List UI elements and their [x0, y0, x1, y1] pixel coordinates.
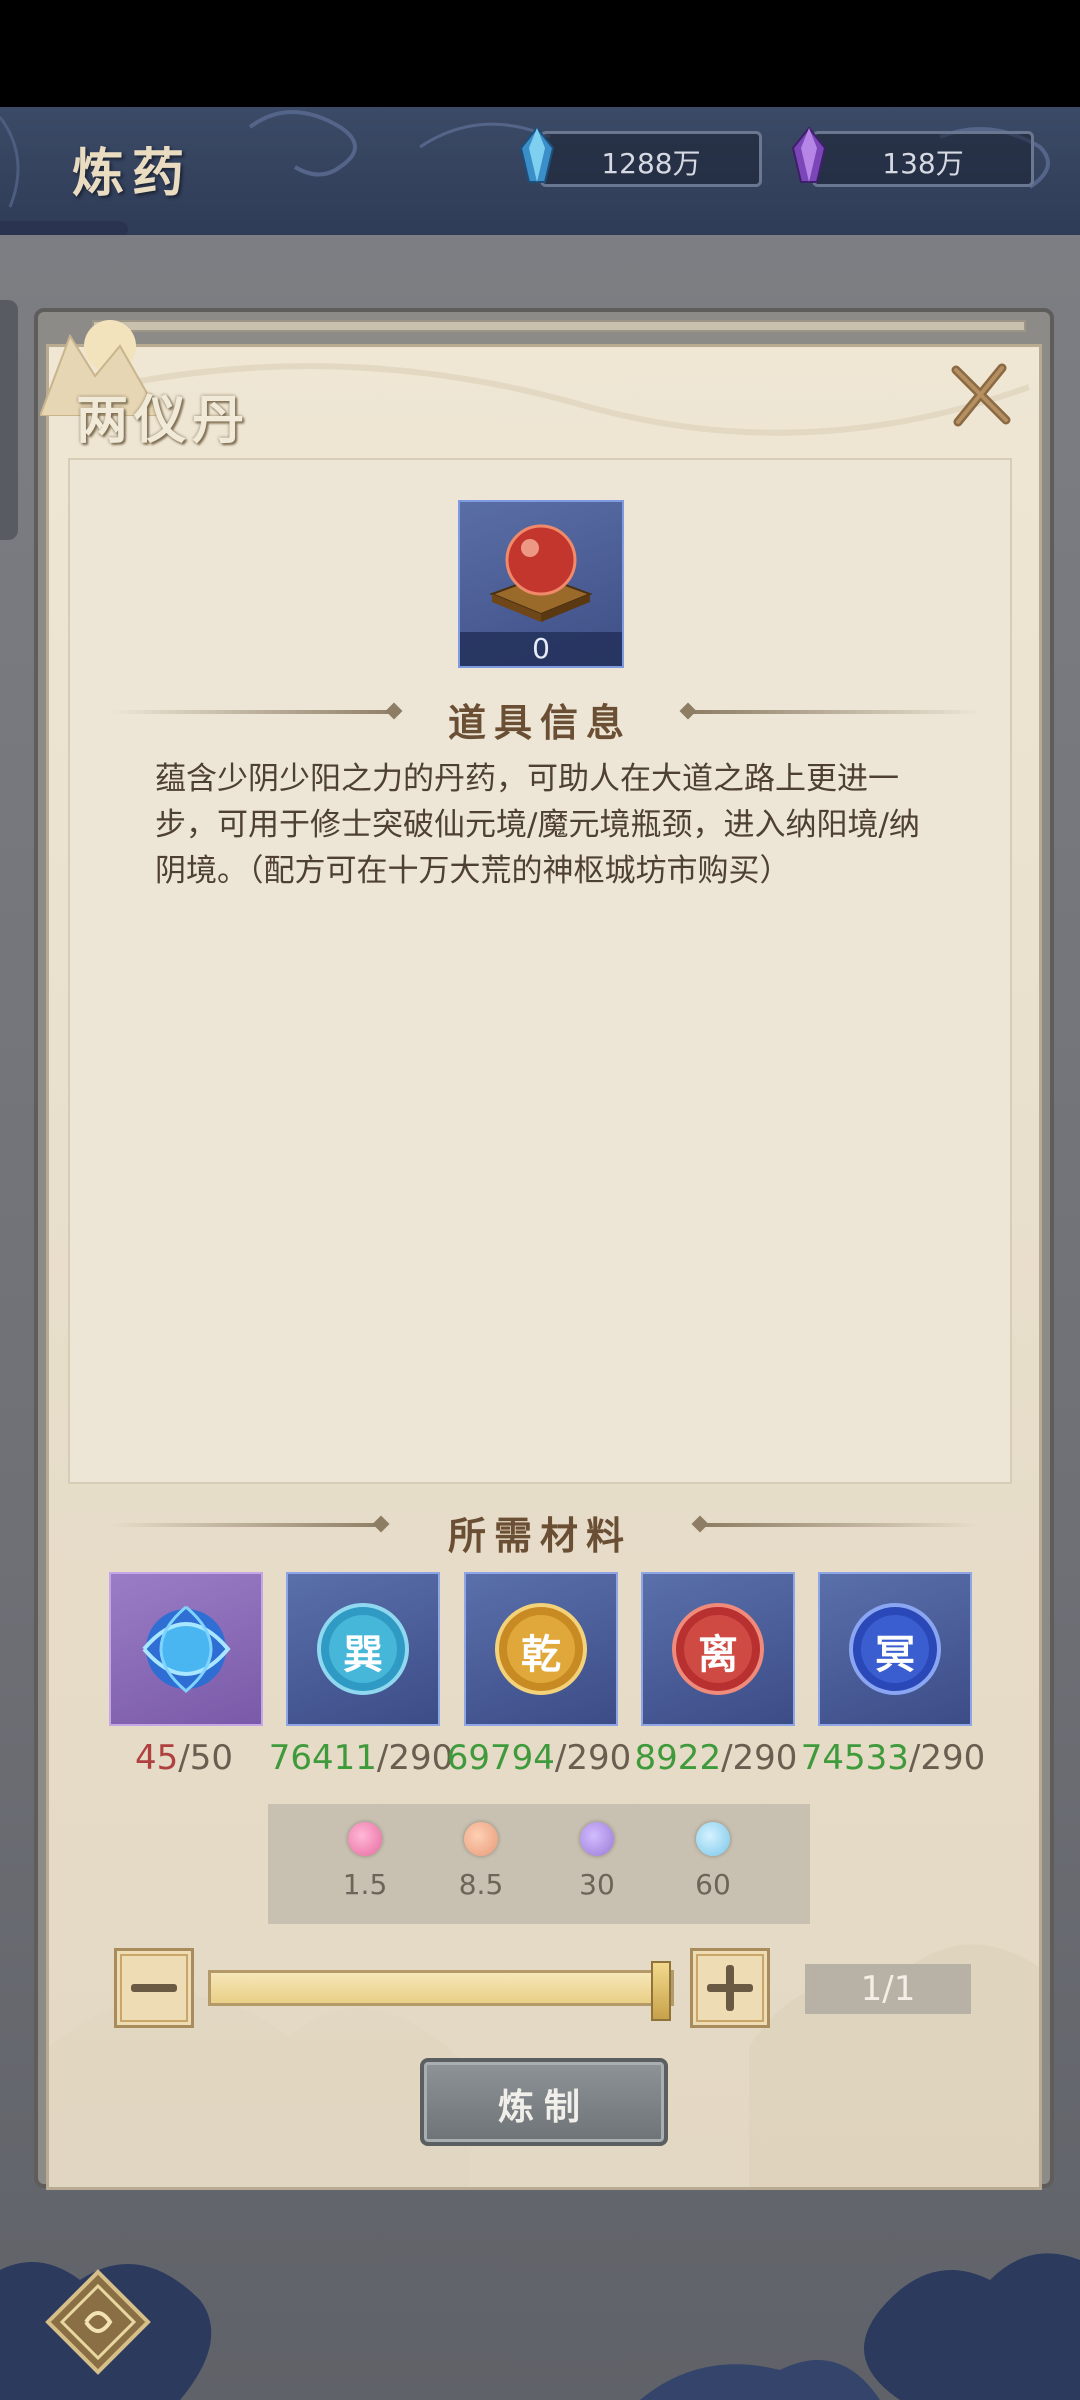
material-need: /290: [721, 1738, 798, 1778]
material-have: 76411: [268, 1738, 377, 1778]
quantity-display: 1/1: [805, 1964, 971, 2014]
material-slot-4[interactable]: 离: [641, 1572, 795, 1726]
material-glyph: 冥: [875, 1631, 915, 1678]
item-name-title: 两仪丹: [76, 390, 251, 451]
currency-crystal-purple[interactable]: 138万: [791, 126, 1034, 187]
purple-pill-icon: [580, 1822, 614, 1856]
panel-top-trim: [92, 320, 1026, 332]
material-count-4: 8922/290: [616, 1738, 816, 1778]
screen-title: 炼药: [72, 143, 193, 204]
craft-button[interactable]: 炼制: [420, 2058, 668, 2146]
minus-icon: [120, 1954, 188, 2022]
top-bar: 炼药 1288万 138万: [0, 107, 1080, 239]
material-count-2: 76411/290: [261, 1738, 461, 1778]
item-slot[interactable]: 0: [458, 500, 624, 668]
materials-header: 所需材料: [447, 1513, 632, 1558]
currency-value: 138万: [882, 147, 964, 180]
material-glyph: 离: [698, 1631, 738, 1678]
blue-energy-orb-icon: [142, 1605, 231, 1693]
pill-quality-item[interactable]: 30: [557, 1822, 637, 1901]
material-slot-2[interactable]: 巽: [286, 1572, 440, 1726]
pill-quality-label: 8.5: [458, 1868, 504, 1901]
pill-quality-item[interactable]: 8.5: [441, 1822, 521, 1901]
material-have: 45: [135, 1738, 179, 1778]
item-description: 蕴含少阴少阳之力的丹药，可助人在大道之路上更进一步，可用于修士突破仙元境/魔元境…: [155, 761, 920, 889]
item-info-header: 道具信息: [447, 700, 632, 745]
material-have: 69794: [446, 1738, 555, 1778]
menu-emblem-icon[interactable]: [44, 2268, 152, 2376]
pill-quality-label: 30: [579, 1868, 615, 1901]
craft-button-label: 炼制: [497, 2086, 590, 2128]
material-need: /290: [908, 1738, 986, 1778]
close-icon[interactable]: [944, 360, 1016, 432]
item-owned-count: 0: [460, 632, 622, 666]
material-glyph: 乾: [521, 1631, 561, 1678]
material-need: /50: [178, 1738, 233, 1778]
status-bar: [0, 0, 1080, 107]
quantity-slider[interactable]: [208, 1961, 674, 2021]
side-tab[interactable]: [0, 300, 18, 540]
currency-value: 1288万: [601, 147, 701, 180]
material-glyph: 巽: [343, 1631, 383, 1678]
red-pill-icon: [489, 524, 593, 622]
increase-quantity-button[interactable]: [690, 1948, 770, 2028]
pill-quality-item[interactable]: 60: [673, 1822, 753, 1901]
pill-quality-label: 60: [695, 1868, 731, 1901]
material-count-1: 45/50: [84, 1738, 284, 1778]
divider-right: [704, 1523, 979, 1527]
material-have: 74533: [800, 1738, 909, 1778]
bottom-cloud-decoration: [0, 2253, 1080, 2400]
divider-right: [692, 710, 982, 714]
pill-quality-item[interactable]: 1.5: [325, 1822, 405, 1901]
plus-icon: [696, 1954, 764, 2022]
pill-quality-box: 1.5 8.5 30 60: [268, 1804, 810, 1924]
cyan-pill-icon: [696, 1822, 730, 1856]
material-count-5: 74533/290: [793, 1738, 993, 1778]
material-slot-5[interactable]: 冥: [818, 1572, 972, 1726]
material-slot-1[interactable]: [109, 1572, 263, 1726]
currency-crystal-blue[interactable]: 1288万: [519, 126, 762, 187]
material-count-3: 69794/290: [439, 1738, 639, 1778]
pill-quality-label: 1.5: [342, 1868, 388, 1901]
material-slot-3[interactable]: 乾: [464, 1572, 618, 1726]
quantity-slider-thumb[interactable]: [651, 1961, 671, 2021]
orange-pill-icon: [464, 1822, 498, 1856]
decrease-quantity-button[interactable]: [114, 1948, 194, 2028]
pink-pill-icon: [348, 1822, 382, 1856]
material-have: 8922: [634, 1738, 722, 1778]
